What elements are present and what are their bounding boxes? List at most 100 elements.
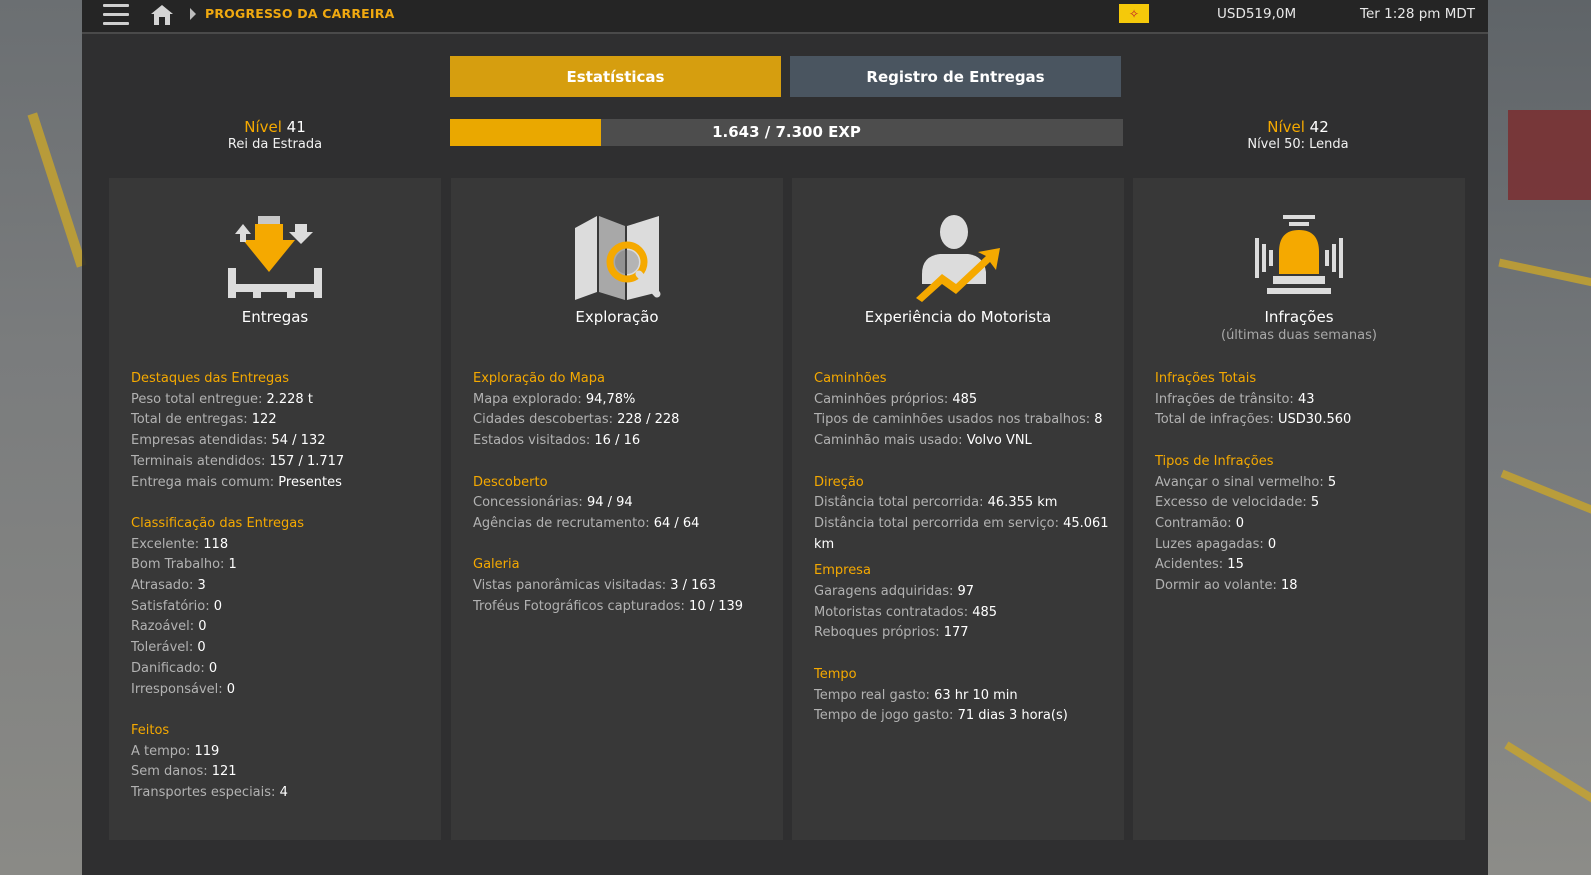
card-exploration: Exploração Exploração do Mapa Mapa explor… [451, 178, 783, 840]
stat-row: Sem danos: 121 [131, 762, 427, 783]
stat-label: Total de infrações: [1155, 412, 1278, 428]
section-title: Empresa [814, 563, 871, 579]
stat-value: Presentes [278, 474, 342, 490]
stat-row: Mapa explorado: 94,78% [473, 390, 769, 411]
stat-row: Caminhão mais usado: Volvo VNL [814, 431, 1110, 452]
stat-label: Dormir ao volante: [1155, 578, 1281, 594]
stat-row: Tolerável: 0 [131, 638, 427, 659]
card-title: Experiência do Motorista [864, 308, 1052, 326]
section-title: Caminhões [814, 371, 887, 386]
section-title: Descoberto [473, 474, 548, 490]
card-driver-experience: Experiência do Motorista Caminhões Caminh… [792, 178, 1124, 840]
xp-progress-bar: 1.643 / 7.300 EXP [450, 119, 1123, 146]
stat-value: 177 [943, 625, 969, 641]
stat-label: Vistas panorâmicas visitadas: [473, 578, 671, 593]
stat-value: USD30.560 [1278, 412, 1352, 428]
stat-row: Contramão: 0 [1155, 514, 1451, 535]
hamburger-menu-icon[interactable] [103, 4, 129, 26]
tab-statistics[interactable]: Estatísticas [450, 56, 781, 97]
stat-value: 228 / 228 [617, 412, 680, 428]
stat-value: 94,78% [585, 391, 636, 407]
stat-row: Danificado: 0 [131, 659, 427, 680]
stat-value: 0 [1267, 536, 1277, 552]
stat-label: Tempo real gasto: [814, 687, 935, 703]
section-title: Classificação das Entregas [131, 515, 305, 531]
home-icon[interactable] [150, 4, 174, 26]
stat-label: Contramão: [1155, 515, 1236, 531]
stat-label: Bom Trabalho: [131, 557, 229, 573]
stat-label: Transportes especiais: [131, 785, 280, 801]
stat-value: 10 / 139 [689, 598, 744, 614]
stat-label: Caminhões próprios: [814, 391, 953, 407]
stat-value: 0 [226, 681, 236, 697]
stat-value: 118 [203, 536, 229, 552]
card-subtitle: (últimas duas semanas) [1221, 328, 1377, 343]
stat-value: 121 [211, 764, 237, 780]
stat-label: Acidentes: [1155, 557, 1228, 573]
stat-label: Atrasado: [131, 578, 198, 594]
stat-row: Vistas panorâmicas visitadas: 3 / 163 [473, 576, 769, 597]
stat-value: 119 [194, 743, 220, 759]
map-search-icon [567, 212, 667, 302]
stat-label: Excelente: [131, 536, 204, 552]
stat-row: Estados visitados: 16 / 16 [473, 431, 769, 452]
stat-row: Empresas atendidas: 54 / 132 [131, 431, 427, 452]
stat-label: Entrega mais comum: [131, 474, 279, 490]
stat-row: Total de infrações: USD30.560 [1155, 410, 1451, 431]
stat-label: Avançar o sinal vermelho: [1155, 474, 1328, 490]
card-title: Exploração [575, 308, 659, 326]
stat-label: Excesso de velocidade: [1155, 495, 1311, 511]
stat-label: Satisfatório: [131, 598, 214, 614]
next-level-label: Nível [1267, 118, 1305, 136]
stat-value: 0 [1235, 515, 1245, 531]
new-mexico-flag-icon: ✧ [1119, 4, 1149, 23]
stat-row: Tempo real gasto: 63 hr 10 min [814, 686, 1110, 707]
stat-row: Peso total entregue: 2.228 t [131, 390, 427, 411]
stat-value: 63 hr 10 min [934, 687, 1018, 703]
stat-label: Distância total percorrida: [814, 495, 988, 511]
stat-row: Infrações de trânsito: 43 [1155, 390, 1451, 411]
card-deliveries: Entregas Destaques das Entregas Peso tota… [109, 178, 441, 840]
stat-value: 4 [279, 785, 288, 801]
stat-label: Caminhão mais usado: [814, 433, 967, 449]
clock-display: Ter 1:28 pm MDT [1360, 6, 1476, 22]
stat-row: Garagens adquiridas: 97 [814, 582, 1110, 603]
stat-label: Estados visitados: [473, 433, 595, 449]
driver-growth-icon [908, 212, 1008, 302]
stat-value: 64 / 64 [653, 515, 700, 531]
stat-row: Total de entregas: 122 [131, 410, 427, 431]
xp-progress-text: 1.643 / 7.300 EXP [712, 123, 861, 141]
card-body: Caminhões Caminhões próprios: 485 Tipos de… [814, 369, 1110, 727]
stat-value: 5 [1327, 474, 1337, 490]
breadcrumb-arrow-icon [190, 8, 196, 20]
stat-row: Distância total percorrida: 46.355 km [814, 493, 1110, 514]
card-title: Entregas [241, 308, 309, 326]
card-body: Exploração do Mapa Mapa explorado: 94,78%… [473, 369, 769, 617]
stat-label: Irresponsável: [131, 681, 227, 697]
stat-value: 1 [228, 557, 237, 573]
top-bar: PROGRESSO DA CARREIRA ✧ USD519,0M Ter 1:… [82, 0, 1488, 34]
stat-label: Agências de recrutamento: [473, 515, 654, 531]
next-level: Nível 42 Nível 50: Lenda [1198, 118, 1398, 152]
stat-label: Motoristas contratados: [814, 604, 973, 620]
stat-row: Cidades descobertas: 228 / 228 [473, 410, 769, 431]
stat-label: Troféus Fotográficos capturados: [473, 598, 690, 614]
stat-row: Avançar o sinal vermelho: 5 [1155, 473, 1451, 494]
breadcrumb[interactable]: PROGRESSO DA CARREIRA [205, 6, 394, 21]
stat-row: Luzes apagadas: 0 [1155, 535, 1451, 556]
stat-row: Concessionárias: 94 / 94 [473, 493, 769, 514]
section-title: Destaques das Entregas [131, 371, 289, 386]
section-title: Tempo [814, 666, 857, 682]
card-body: Destaques das Entregas Peso total entregu… [131, 369, 427, 804]
tab-delivery-log[interactable]: Registro de Entregas [790, 56, 1121, 97]
stat-value: 0 [213, 598, 222, 614]
stat-value: 485 [972, 604, 998, 620]
alarm-siren-icon [1249, 212, 1349, 302]
card-infractions: Infrações (últimas duas semanas) Infraçõ… [1133, 178, 1465, 840]
stat-value: 94 / 94 [586, 495, 633, 511]
stat-row: Reboques próprios: 177 [814, 623, 1110, 644]
delivery-icon [225, 212, 325, 302]
stat-row: Excelente: 118 [131, 535, 427, 556]
stat-value: 485 [952, 391, 978, 407]
stat-value: 0 [198, 619, 207, 635]
